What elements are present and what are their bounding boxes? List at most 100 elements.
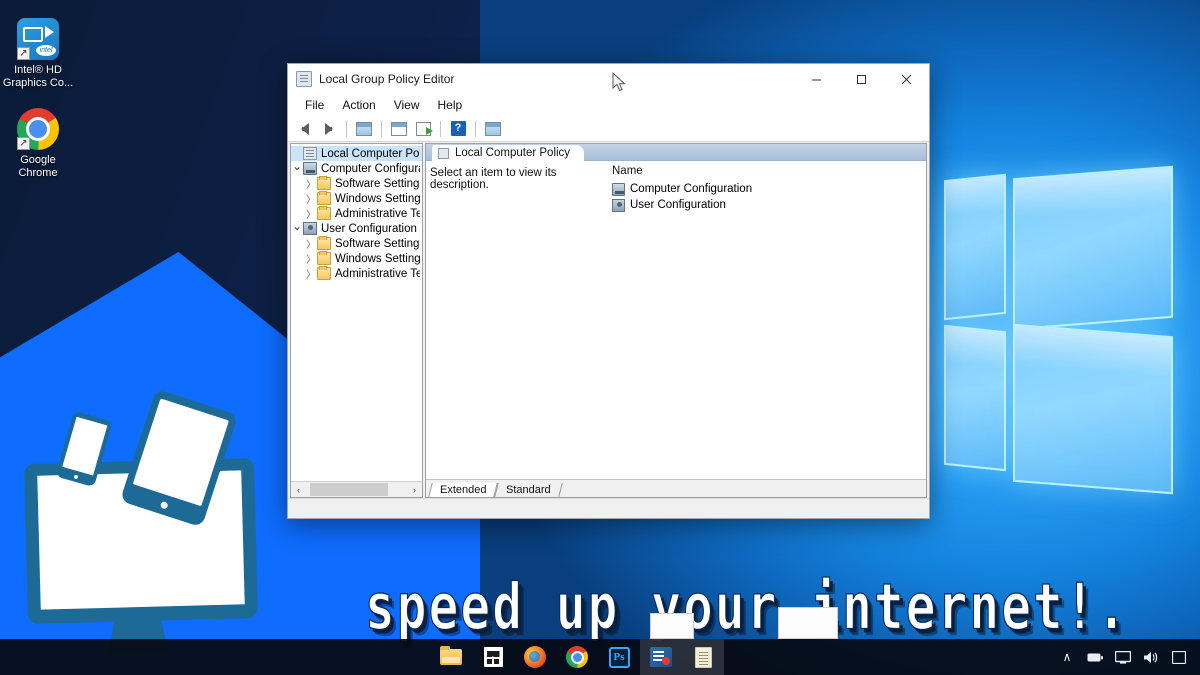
menu-action[interactable]: Action (333, 96, 384, 114)
taskbar-video-editor[interactable] (640, 639, 682, 675)
policy-icon (303, 147, 317, 160)
action-center-icon[interactable] (1166, 639, 1192, 675)
folder-icon (317, 206, 331, 220)
show-hide-console-tree-button[interactable] (388, 118, 410, 140)
tree-item-label: Local Computer Policy (321, 147, 420, 160)
chevron-right-icon[interactable] (305, 206, 317, 221)
toolbar-separator (381, 120, 382, 137)
shortcut-arrow-icon: ↗ (17, 137, 30, 150)
desktop-icon-label: Intel® HD Graphics Co... (2, 64, 74, 89)
taskbar-google-chrome[interactable] (556, 639, 598, 675)
tree-item-user-administrative-templates[interactable]: Administrative Te (291, 266, 422, 281)
close-button[interactable] (884, 64, 929, 94)
show-hidden-icons-button[interactable]: ∧ (1054, 639, 1080, 675)
folder-icon (317, 236, 331, 250)
taskbar[interactable]: Ps ∧ (0, 607, 1200, 675)
forward-button[interactable] (318, 118, 340, 140)
local-group-policy-editor-window[interactable]: Local Group Policy Editor File Action Vi… (287, 63, 930, 519)
arrow-right-icon (325, 122, 333, 135)
menu-file[interactable]: File (296, 96, 333, 114)
tree-item-user-configuration[interactable]: User Configuration (291, 221, 422, 236)
chevron-right-icon[interactable] (305, 236, 317, 251)
battery-icon[interactable] (1082, 639, 1108, 675)
chrome-icon (566, 646, 588, 668)
chevron-right-icon[interactable] (305, 251, 317, 266)
taskbar-firefox[interactable] (514, 639, 556, 675)
tree-item-user-software-settings[interactable]: Software Settings (291, 236, 422, 251)
folder-icon (317, 176, 331, 190)
list-item-user-configuration[interactable]: User Configuration (606, 197, 926, 213)
maximize-button[interactable] (839, 64, 884, 94)
desktop-icon-google-chrome[interactable]: ↗ Google Chrome (0, 108, 76, 180)
description-column: Select an item to view its description. (426, 161, 606, 479)
arrow-left-icon (301, 122, 309, 135)
tree-item-label: Administrative Te (335, 267, 420, 280)
tree-item-label: Computer Configura (321, 162, 420, 175)
logo-pane-top-left (944, 173, 1006, 321)
scroll-left-button[interactable]: ‹ (291, 482, 306, 497)
console-tree-pane[interactable]: Local Computer Policy Computer Configura… (290, 143, 423, 498)
network-monitor-icon[interactable] (1110, 639, 1136, 675)
menu-bar[interactable]: File Action View Help (288, 94, 929, 116)
notepad-icon (694, 646, 712, 668)
toolbar-separator (475, 120, 476, 137)
view-tabs[interactable]: Extended Standard (426, 479, 926, 497)
tab-extended[interactable]: Extended (428, 483, 499, 497)
system-tray[interactable]: ∧ (1054, 639, 1200, 675)
window-titlebar[interactable]: Local Group Policy Editor (288, 64, 929, 94)
tree-item-label: Administrative Te (335, 207, 420, 220)
menu-help[interactable]: Help (429, 96, 472, 114)
chevron-right-icon[interactable] (305, 266, 317, 281)
user-icon (303, 222, 317, 235)
taskbar-photoshop[interactable]: Ps (598, 639, 640, 675)
list-item-label: User Configuration (630, 199, 726, 211)
scroll-thumb[interactable] (310, 483, 388, 496)
phone-home-button (73, 474, 79, 480)
folder-icon (317, 266, 331, 280)
minimize-button[interactable] (794, 64, 839, 94)
chevron-right-icon[interactable] (305, 176, 317, 191)
taskbar-notepad[interactable] (682, 639, 724, 675)
tree-item-computer-software-settings[interactable]: Software Settings (291, 176, 422, 191)
toolbar[interactable]: ? (288, 116, 929, 142)
menu-view[interactable]: View (385, 96, 429, 114)
firefox-icon (524, 646, 546, 668)
computer-icon (303, 162, 317, 175)
details-pane-tab-label: Local Computer Policy (455, 147, 571, 159)
back-button[interactable] (294, 118, 316, 140)
tree-item-computer-windows-settings[interactable]: Windows Setting (291, 191, 422, 206)
export-list-button[interactable] (412, 118, 434, 140)
scroll-right-button[interactable]: › (407, 482, 422, 497)
taskbar-microsoft-store[interactable] (472, 639, 514, 675)
chevron-right-icon[interactable] (305, 191, 317, 206)
computer-icon (612, 182, 625, 196)
tab-standard[interactable]: Standard (494, 483, 563, 497)
tree-horizontal-scrollbar[interactable]: ‹ › (291, 481, 422, 497)
tree-item-user-windows-settings[interactable]: Windows Setting (291, 251, 422, 266)
up-one-level-button[interactable] (353, 118, 375, 140)
desktop-screen: intel ↗ Intel® HD Graphics Co... ↗ Googl… (0, 0, 1200, 675)
tree-item-label: Software Settings (335, 237, 420, 250)
speaker-icon[interactable] (1138, 639, 1164, 675)
desktop-icon-intel-graphics[interactable]: intel ↗ Intel® HD Graphics Co... (0, 18, 76, 90)
scroll-track[interactable] (306, 482, 407, 497)
tab-standard-label: Standard (506, 484, 552, 496)
help-button[interactable]: ? (447, 118, 469, 140)
taskbar-items[interactable]: Ps (0, 639, 724, 675)
details-pane-tab[interactable]: Local Computer Policy (432, 145, 585, 161)
details-pane-content: Select an item to view its description. … (426, 161, 926, 479)
console-tree[interactable]: Local Computer Policy Computer Configura… (291, 144, 422, 481)
taskbar-file-explorer[interactable] (430, 639, 472, 675)
items-list[interactable]: Name Computer Configuration User Configu… (606, 161, 926, 479)
chevron-down-icon[interactable] (291, 222, 303, 236)
chevron-down-icon[interactable] (291, 162, 303, 176)
column-header-name[interactable]: Name (606, 165, 926, 181)
logo-pane-top-right (1013, 165, 1173, 331)
microsoft-store-icon (483, 647, 503, 667)
list-item-computer-configuration[interactable]: Computer Configuration (606, 181, 926, 197)
tree-item-local-computer-policy[interactable]: Local Computer Policy (291, 146, 422, 161)
tree-item-computer-configuration[interactable]: Computer Configura (291, 161, 422, 176)
tree-item-computer-administrative-templates[interactable]: Administrative Te (291, 206, 422, 221)
console-tree-icon (391, 121, 407, 136)
show-hide-action-pane-button[interactable] (482, 118, 504, 140)
